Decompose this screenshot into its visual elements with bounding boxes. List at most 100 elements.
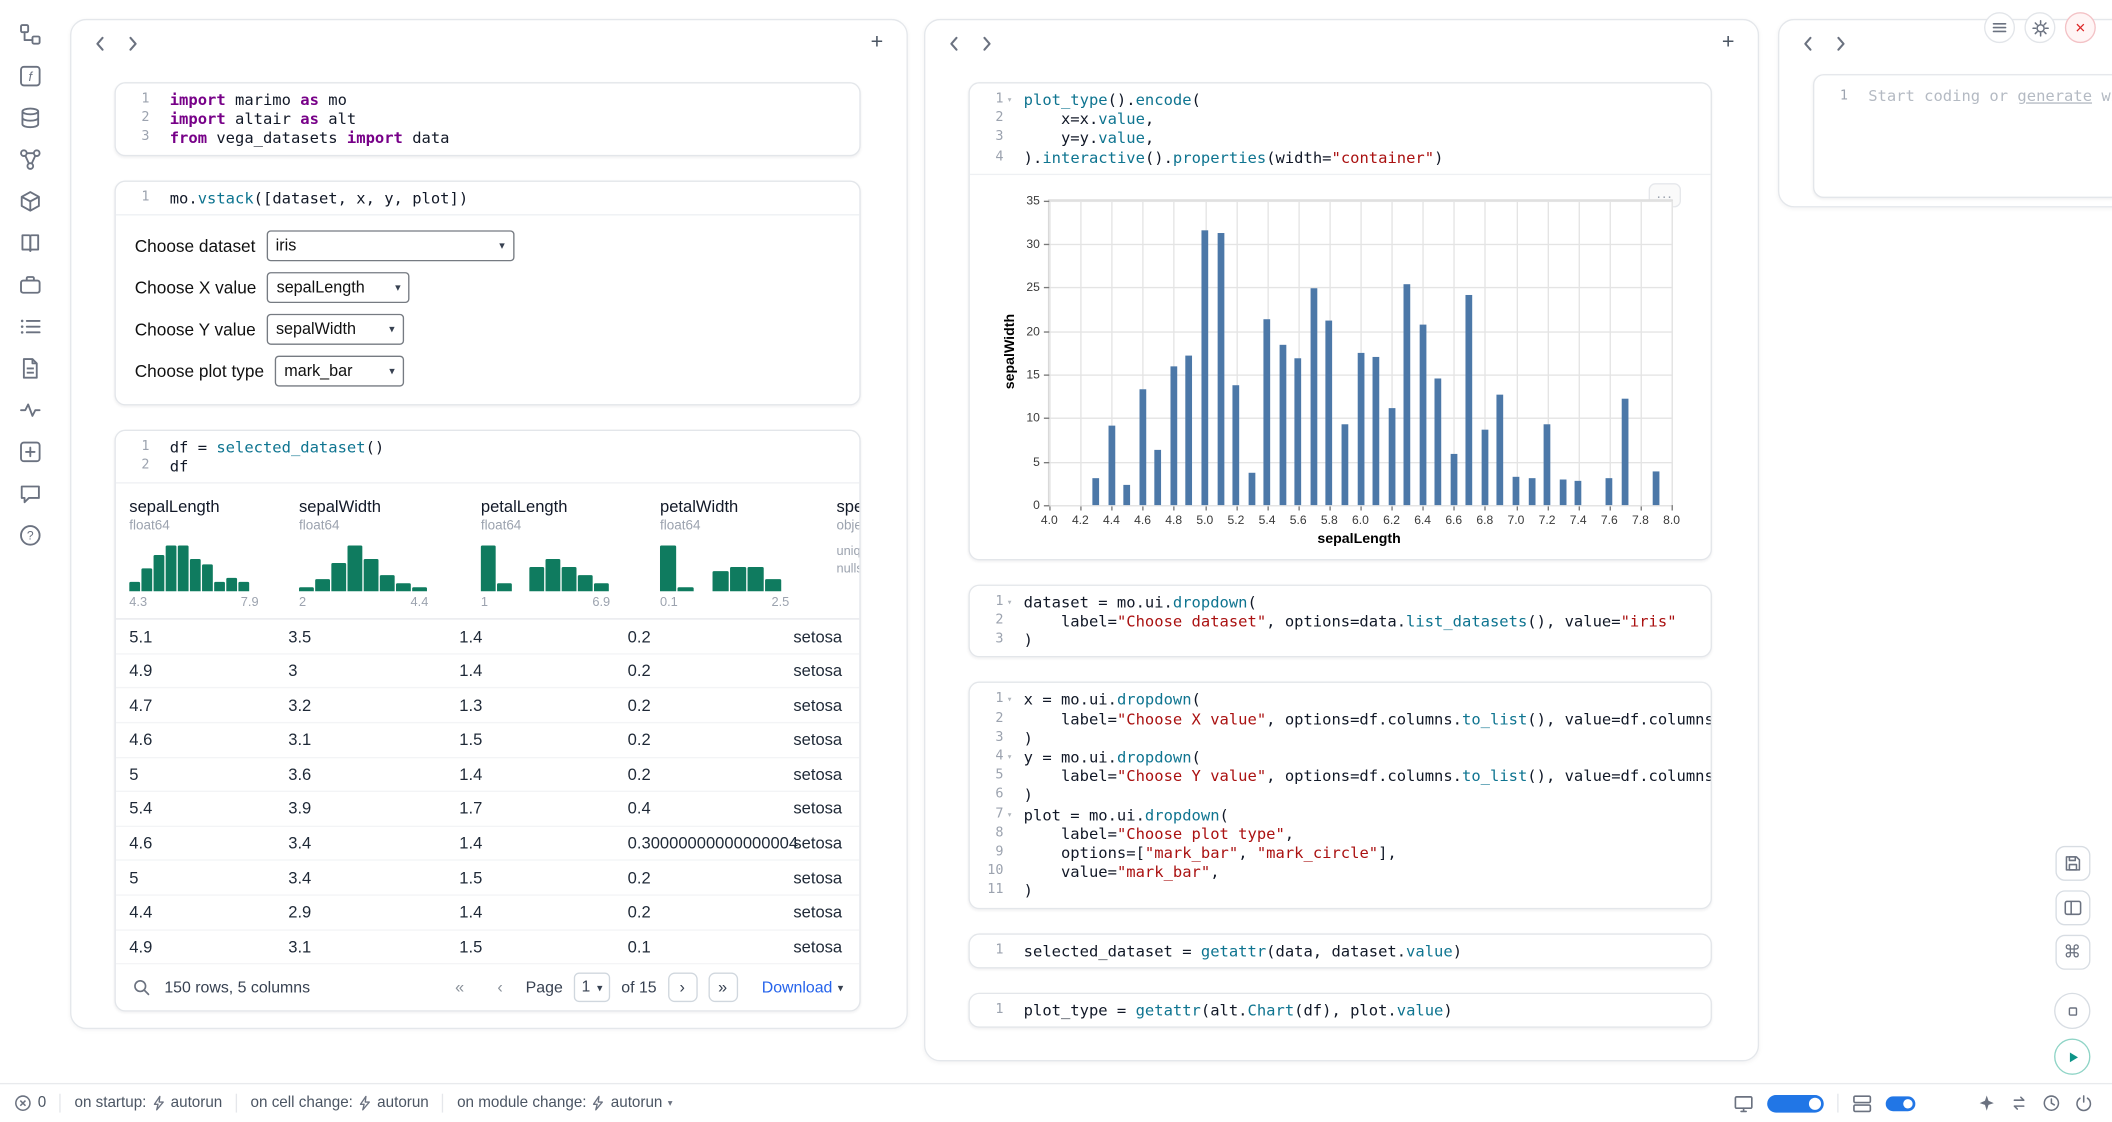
- file-tree-icon[interactable]: [15, 19, 45, 49]
- cell-selected-dataset[interactable]: 1selected_dataset = getattr(data, datase…: [968, 933, 1712, 968]
- dropdown-choose-x-value[interactable]: sepalLength▾: [267, 272, 410, 303]
- cell-dataframe[interactable]: 1df = selected_dataset()2df sepalLengthf…: [114, 429, 860, 1011]
- ai-sparkle-icon[interactable]: [1977, 1094, 1996, 1113]
- column-nav-right-icon[interactable]: [974, 31, 998, 55]
- cell-imports[interactable]: 1import marimo as mo2import altair as al…: [114, 82, 860, 156]
- cell-vstack[interactable]: 1mo.vstack([dataset, x, y, plot]) Choose…: [114, 180, 860, 405]
- code-editor[interactable]: 1import marimo as mo2import altair as al…: [116, 84, 860, 155]
- fold-icon[interactable]: ▾: [1003, 690, 1015, 709]
- chevron-down-icon: ▾: [389, 323, 394, 335]
- code-line: 1▾x = mo.ui.dropdown(: [970, 690, 1697, 709]
- add-cell-button[interactable]: +: [863, 30, 890, 57]
- keyboard-shortcuts-icon[interactable]: ⌘: [2055, 935, 2090, 970]
- cell-plot[interactable]: 1▾plot_type().encode(2 x=x.value,3 y=y.v…: [968, 82, 1712, 560]
- width-toggle[interactable]: [1767, 1094, 1824, 1112]
- column-nav-left-icon[interactable]: [1795, 31, 1819, 55]
- table-row[interactable]: 4.63.41.40.30000000000000004setosa: [116, 827, 860, 861]
- next-page-button[interactable]: ›: [667, 973, 697, 1003]
- last-page-button[interactable]: »: [708, 973, 738, 1003]
- fold-icon[interactable]: ▾: [1003, 748, 1015, 767]
- column-nav-left-icon[interactable]: [88, 31, 112, 55]
- menu-icon[interactable]: [1984, 12, 2015, 43]
- swap-icon[interactable]: [2010, 1094, 2029, 1113]
- column-header[interactable]: sepalLengthfloat644.37.9: [129, 497, 299, 610]
- logs-icon[interactable]: [15, 353, 45, 383]
- tracing-icon[interactable]: [15, 395, 45, 425]
- code-editor[interactable]: 1selected_dataset = getattr(data, datase…: [970, 934, 1711, 967]
- code-editor[interactable]: 1plot_type = getattr(alt.Chart(df), plot…: [970, 994, 1711, 1027]
- dropdown-choose-y-value[interactable]: sepalWidth▾: [267, 314, 404, 345]
- layout-icon[interactable]: [2055, 890, 2090, 925]
- column-nav-right-icon[interactable]: [1828, 31, 1852, 55]
- snippets-icon[interactable]: [15, 269, 45, 299]
- help-icon[interactable]: ?: [15, 520, 45, 550]
- code-editor[interactable]: 1▾dataset = mo.ui.dropdown(2 label="Choo…: [970, 586, 1711, 657]
- table-row[interactable]: 4.93.11.50.1setosa: [116, 930, 860, 964]
- download-button[interactable]: Download▾: [762, 978, 843, 997]
- new-cell[interactable]: 1 Start coding or generate with AI: [1813, 74, 2112, 198]
- column-nav-left-icon[interactable]: [942, 31, 966, 55]
- power-icon[interactable]: [2074, 1094, 2093, 1113]
- display-icon[interactable]: [1734, 1093, 1754, 1113]
- cell-rows-icon[interactable]: [1852, 1093, 1872, 1113]
- table-row[interactable]: 4.73.21.30.2setosa: [116, 689, 860, 723]
- page-select[interactable]: 1▾: [574, 973, 611, 1003]
- autorun-setting[interactable]: on cell change:autorun: [251, 1095, 429, 1111]
- chevron-down-icon: ▾: [389, 365, 394, 377]
- table-row[interactable]: 53.41.50.2setosa: [116, 861, 860, 895]
- code-line: 1mo.vstack([dataset, x, y, plot]): [116, 188, 846, 207]
- dropdown-choose-dataset[interactable]: iris▾: [266, 230, 514, 261]
- scratchpad-icon[interactable]: [15, 436, 45, 466]
- history-icon[interactable]: [2042, 1094, 2061, 1113]
- table-row[interactable]: 4.63.11.50.2setosa: [116, 723, 860, 757]
- code-editor[interactable]: 1▾plot_type().encode(2 x=x.value,3 y=y.v…: [970, 84, 1711, 174]
- table-cell: 3.5: [288, 627, 459, 646]
- table-row[interactable]: 53.61.40.2setosa: [116, 758, 860, 792]
- table-row[interactable]: 5.43.91.70.4setosa: [116, 792, 860, 826]
- column-header[interactable]: speciesobjectunique:nulls:: [836, 497, 859, 610]
- table-cell: setosa: [793, 903, 859, 922]
- prev-page-button[interactable]: ‹: [485, 973, 515, 1003]
- autorun-setting[interactable]: on startup:autorun: [74, 1095, 222, 1111]
- cell-plot-type[interactable]: 1plot_type = getattr(alt.Chart(df), plot…: [968, 993, 1712, 1028]
- code-line: 1df = selected_dataset(): [116, 438, 846, 457]
- column-header[interactable]: petalLengthfloat6416.9: [481, 497, 660, 610]
- cell-dataset-dropdown[interactable]: 1▾dataset = mo.ui.dropdown(2 label="Choo…: [968, 584, 1712, 658]
- fold-icon[interactable]: ▾: [1003, 90, 1015, 109]
- cell-placeholder[interactable]: Start coding or generate with AI: [1868, 86, 2112, 105]
- column-nav-right-icon[interactable]: [120, 31, 144, 55]
- settings-gear-icon[interactable]: [2024, 12, 2055, 43]
- first-page-button[interactable]: «: [445, 973, 475, 1003]
- column-header[interactable]: sepalWidthfloat6424.4: [299, 497, 481, 610]
- add-cell-button[interactable]: +: [1715, 30, 1742, 57]
- dropdown-choose-plot-type[interactable]: mark_bar▾: [275, 355, 404, 386]
- stop-icon[interactable]: [2054, 993, 2090, 1029]
- save-icon[interactable]: [2055, 846, 2090, 881]
- autorun-setting[interactable]: on module change:autorun▾: [457, 1095, 672, 1111]
- code-editor[interactable]: 1mo.vstack([dataset, x, y, plot]): [116, 181, 860, 214]
- shutdown-icon[interactable]: ×: [2065, 12, 2096, 43]
- fold-icon[interactable]: ▾: [1003, 592, 1015, 611]
- packages-icon[interactable]: [15, 186, 45, 216]
- search-icon[interactable]: [129, 975, 153, 999]
- code-editor[interactable]: 1▾x = mo.ui.dropdown(2 label="Choose X v…: [970, 683, 1711, 907]
- column-header[interactable]: petalWidthfloat640.12.5: [660, 497, 836, 610]
- table-row[interactable]: 4.931.40.2setosa: [116, 654, 860, 688]
- fold-icon[interactable]: ▾: [1003, 805, 1015, 824]
- code-editor[interactable]: 1df = selected_dataset()2df: [116, 431, 860, 483]
- data-sources-icon[interactable]: [15, 102, 45, 132]
- table-row[interactable]: 4.42.91.40.2setosa: [116, 896, 860, 930]
- chat-icon[interactable]: [15, 478, 45, 508]
- cell-xy-plot-dropdowns[interactable]: 1▾x = mo.ui.dropdown(2 label="Choose X v…: [968, 682, 1712, 909]
- presenter-toggle[interactable]: [1886, 1096, 1916, 1111]
- dependencies-icon[interactable]: [15, 144, 45, 174]
- table-row[interactable]: 5.13.51.40.2setosa: [116, 620, 860, 654]
- generate-with-ai-link[interactable]: generate: [2017, 86, 2092, 105]
- y-tick-label: 10: [1026, 411, 1039, 424]
- outline-icon[interactable]: [15, 311, 45, 341]
- error-indicator[interactable]: 0: [13, 1094, 46, 1113]
- run-all-icon[interactable]: [2054, 1038, 2090, 1074]
- documentation-icon[interactable]: [15, 228, 45, 258]
- code-line: 2 x=x.value,: [970, 109, 1697, 128]
- variables-icon[interactable]: f: [15, 61, 45, 91]
